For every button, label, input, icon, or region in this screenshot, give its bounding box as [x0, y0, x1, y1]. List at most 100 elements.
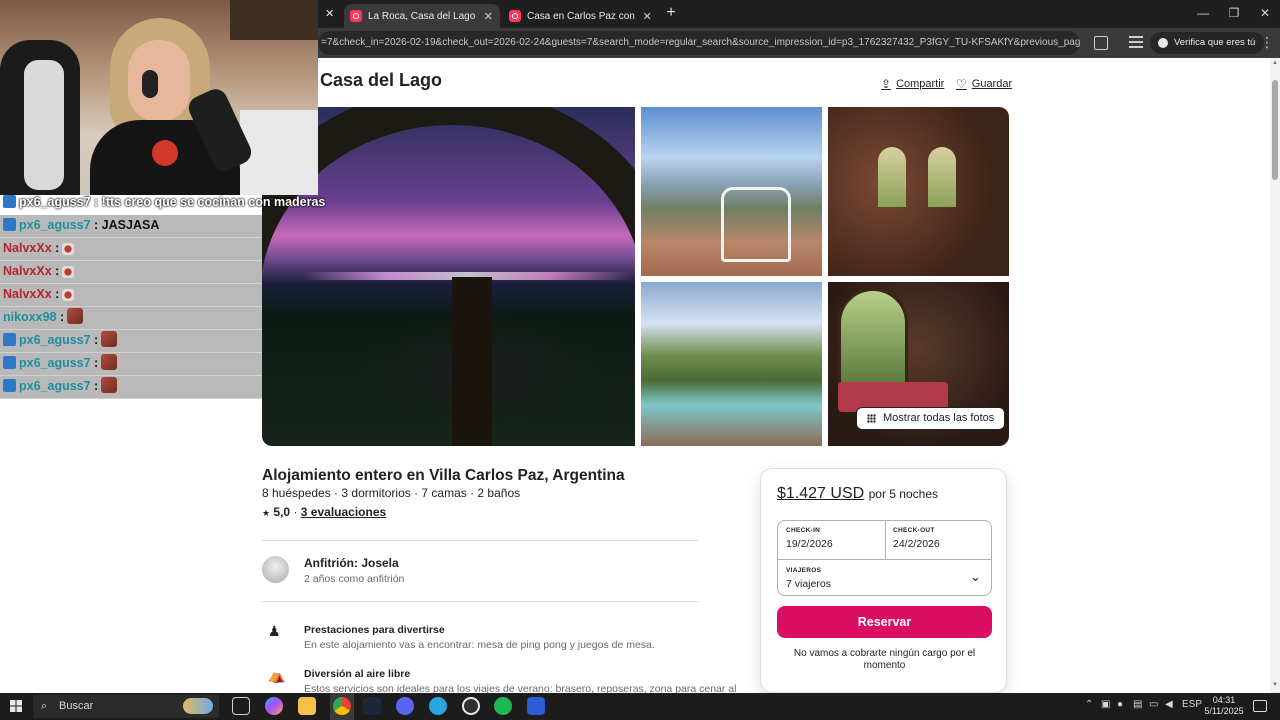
- clock-date: 5/11/2025: [1204, 706, 1244, 716]
- chat-emote-icon: [101, 354, 118, 370]
- chat-text: :: [51, 264, 60, 278]
- chevron-down-icon[interactable]: ⌄: [970, 569, 981, 585]
- chat-username: px6_aguss7: [19, 218, 91, 232]
- microphone-icon[interactable]: ●: [1117, 699, 1123, 710]
- checkin-field[interactable]: CHECK-IN 19/2/2026: [778, 521, 885, 556]
- no-charge-note: No vamos a cobrarte ningún cargo por el …: [793, 648, 976, 671]
- chat-emote-icon: [62, 243, 75, 255]
- clock[interactable]: 04:31 5/11/2025: [1200, 695, 1248, 717]
- reviews-link[interactable]: 3 evaluaciones: [301, 505, 386, 519]
- chat-badge-icon: [3, 218, 16, 231]
- app-icon[interactable]: [527, 697, 545, 715]
- volume-icon[interactable]: ◀: [1165, 699, 1173, 710]
- tab-close-icon[interactable]: ✕: [641, 10, 653, 23]
- clock-time: 04:31: [1212, 695, 1236, 705]
- spotify-icon[interactable]: [494, 697, 512, 715]
- photo-pool[interactable]: [641, 282, 822, 446]
- chat-text: :: [90, 379, 99, 393]
- windows-start-icon[interactable]: [10, 700, 22, 712]
- guests-field[interactable]: VIAJEROS 7 viajeros: [778, 561, 991, 596]
- checkout-field[interactable]: CHECK-OUT 24/2/2026: [885, 521, 992, 556]
- new-tab-icon[interactable]: +: [664, 4, 678, 22]
- scroll-down-icon[interactable]: ▼: [1272, 682, 1278, 688]
- extensions-icon[interactable]: [1094, 36, 1108, 50]
- show-all-photos-label: Mostrar todas las fotos: [883, 412, 995, 424]
- chat-badge-icon: [3, 195, 16, 208]
- network-icon[interactable]: ▭: [1149, 699, 1158, 710]
- price-row: $1.427 USD por 5 noches: [777, 485, 938, 503]
- screen: ✕ La Roca, Casa del Lago - Airbnb ✕ Casa…: [0, 0, 1280, 720]
- chrome-icon[interactable]: [333, 697, 351, 715]
- reserve-button[interactable]: Reservar: [777, 606, 992, 638]
- tray-app-icon[interactable]: ▣: [1101, 699, 1110, 710]
- telegram-icon[interactable]: [429, 697, 447, 715]
- tray-chevron-icon[interactable]: ⌃: [1085, 699, 1093, 710]
- minimize-icon[interactable]: —: [1192, 6, 1214, 20]
- listing-title: a, Casa del Lago: [300, 70, 443, 90]
- webcam-overlay: [0, 0, 318, 195]
- copilot-icon[interactable]: [265, 697, 283, 715]
- tab-la-roca[interactable]: La Roca, Casa del Lago - Airbnb ✕: [344, 4, 500, 28]
- save-label: Guardar: [971, 78, 1013, 90]
- chat-badge-icon: [3, 379, 16, 392]
- checkin-value: 19/2/2026: [786, 538, 833, 550]
- notifications-icon[interactable]: [1253, 700, 1267, 712]
- scrollbar-thumb[interactable]: [1272, 80, 1278, 180]
- close-window-icon[interactable]: ✕: [1254, 6, 1276, 20]
- tab-casa-carlos-paz[interactable]: Casa en Carlos Paz con la mejor ✕: [503, 4, 659, 28]
- feature-desc: Estos servicios son ideales para los via…: [304, 683, 737, 693]
- star-icon: ★: [262, 508, 271, 518]
- feature-desc: En este alojamiento vas a encontrar: mes…: [304, 639, 655, 651]
- chat-text: :: [90, 333, 99, 347]
- browser-menu-icon[interactable]: ⋮: [1260, 35, 1274, 49]
- rating-row: ★ 5,0 · 3 evaluaciones: [262, 505, 386, 519]
- host-avatar[interactable]: [262, 556, 289, 583]
- chat-username: px6_aguss7: [19, 356, 91, 370]
- scroll-up-icon[interactable]: ▲: [1272, 60, 1278, 66]
- share-button[interactable]: ⇪ Compartir: [881, 77, 944, 91]
- divider: [778, 559, 991, 560]
- chat-text: :: [56, 310, 65, 324]
- file-explorer-icon[interactable]: [298, 697, 316, 715]
- obs-icon[interactable]: [462, 697, 480, 715]
- photo-stone-room[interactable]: [828, 107, 1009, 276]
- chat-text: :: [90, 356, 99, 370]
- tab-label: Casa en Carlos Paz con la mejor: [527, 10, 635, 22]
- chat-text: : !tts creo que se cocinan con maderas: [90, 195, 326, 209]
- windows-taskbar: ⌕ Buscar ⌃ ▣ ● ▤ ▭ ◀ ESP 04:31 5/11/2025: [0, 693, 1280, 720]
- guests-label: VIAJEROS: [786, 567, 822, 574]
- heart-icon: ♡: [956, 77, 967, 91]
- price-amount: $1.427 USD: [777, 485, 865, 502]
- search-highlight-icon: [183, 698, 213, 714]
- chat-badge-icon: [3, 333, 16, 346]
- media-controls-icon[interactable]: [1129, 36, 1143, 50]
- webcam-chair-stripe: [24, 60, 64, 190]
- chat-emote-icon: [101, 331, 118, 347]
- save-button[interactable]: ♡ Guardar: [956, 77, 1012, 91]
- chat-emote-icon: [62, 289, 75, 301]
- verify-identity-button[interactable]: Verifica que eres tú: [1150, 32, 1265, 54]
- chat-message: px6_aguss7 : JASJASA: [0, 215, 262, 238]
- discord-icon[interactable]: [396, 697, 414, 715]
- tab-label: La Roca, Casa del Lago - Airbnb: [368, 10, 476, 22]
- tab-close-left-icon[interactable]: ✕: [325, 7, 334, 20]
- share-label: Compartir: [896, 78, 945, 90]
- restore-icon[interactable]: ❐: [1223, 6, 1245, 20]
- divider: [262, 540, 698, 541]
- show-all-photos-button[interactable]: Mostrar todas las fotos: [856, 407, 1006, 430]
- page-scrollbar[interactable]: ▲ ▼: [1270, 58, 1280, 693]
- chat-username: px6_aguss7: [19, 333, 91, 347]
- tray-app-icon[interactable]: ▤: [1133, 699, 1142, 710]
- airbnb-favicon-icon: [509, 10, 521, 22]
- chat-message: nikoxx98 :: [0, 307, 262, 330]
- feature-title: Diversión al aire libre: [304, 668, 411, 680]
- taskbar-search[interactable]: ⌕ Buscar: [33, 695, 219, 718]
- language-indicator[interactable]: ESP: [1182, 699, 1202, 710]
- photo-terrace[interactable]: [641, 107, 822, 276]
- chat-username: nikoxx98: [3, 310, 57, 324]
- address-bar[interactable]: =7&check_in=2026-02-19&check_out=2026-02…: [318, 31, 1080, 55]
- steam-icon[interactable]: [363, 697, 381, 715]
- airbnb-favicon-icon: [350, 10, 362, 22]
- task-view-icon[interactable]: [232, 697, 250, 715]
- tab-close-icon[interactable]: ✕: [482, 10, 494, 23]
